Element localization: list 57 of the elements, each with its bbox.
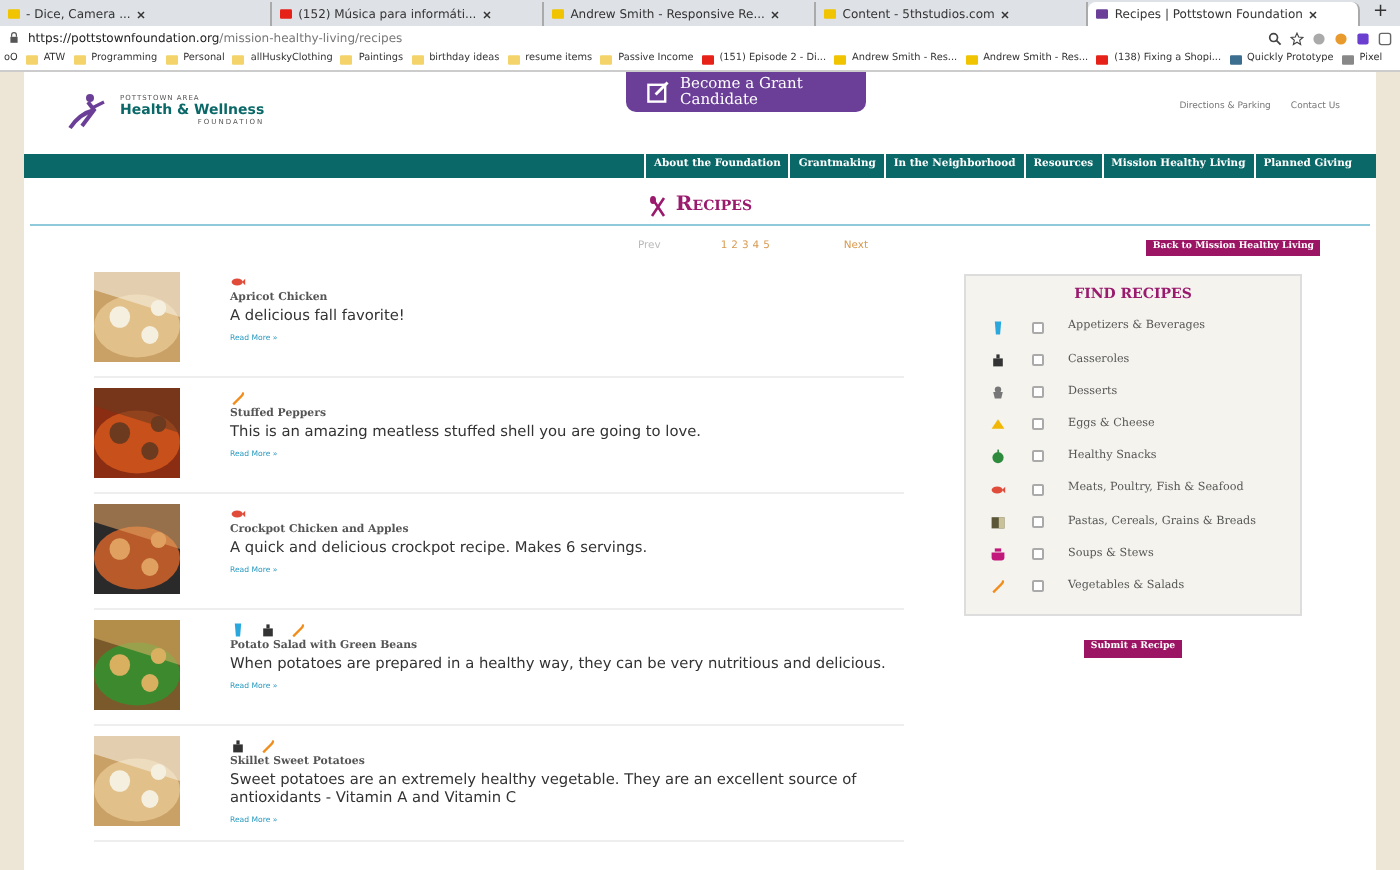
- checkbox[interactable]: [1032, 580, 1044, 593]
- close-icon[interactable]: [136, 9, 147, 19]
- cupcake-icon: [990, 383, 1006, 400]
- checkbox[interactable]: [1032, 321, 1044, 334]
- carrot-icon: [230, 389, 246, 405]
- cup-icon: [230, 621, 246, 637]
- page-icon: [834, 53, 847, 66]
- page-icon: [1341, 53, 1354, 66]
- folder-icon: [165, 53, 178, 66]
- search-icon[interactable]: [1268, 31, 1282, 45]
- folder-icon: [507, 53, 520, 66]
- close-icon[interactable]: [482, 9, 493, 19]
- fish-icon: [990, 481, 1006, 498]
- carrot-icon: [260, 737, 276, 753]
- checkbox[interactable]: [1032, 547, 1044, 560]
- close-icon[interactable]: [1000, 9, 1011, 19]
- cup-icon: [990, 319, 1006, 336]
- checkbox[interactable]: [1032, 353, 1044, 366]
- close-icon[interactable]: [1308, 9, 1319, 19]
- bowl-icon: [990, 545, 1006, 562]
- carrot-icon: [290, 621, 306, 637]
- box-icon: [990, 513, 1006, 530]
- page-icon: [552, 8, 565, 20]
- folder-icon: [25, 53, 38, 66]
- page-icon: [1229, 53, 1242, 66]
- pot-icon: [230, 737, 246, 753]
- checkbox[interactable]: [1032, 418, 1044, 431]
- video-icon: [1096, 53, 1109, 66]
- pot-icon: [990, 351, 1006, 368]
- video-icon: [701, 53, 714, 66]
- fish-icon: [230, 505, 246, 521]
- video-icon: [280, 8, 293, 20]
- page-icon: [965, 53, 978, 66]
- cheese-icon: [990, 416, 1006, 433]
- folder-icon: [340, 53, 353, 66]
- utensils-icon: [647, 193, 668, 217]
- checkbox[interactable]: [1032, 385, 1044, 398]
- folder-icon: [73, 53, 86, 66]
- fish-icon: [230, 273, 246, 289]
- checkbox[interactable]: [1032, 450, 1044, 463]
- apple-icon: [990, 448, 1006, 465]
- carrot-icon: [990, 578, 1006, 595]
- star-icon[interactable]: [1290, 31, 1304, 45]
- new-tab-button[interactable]: +: [1360, 0, 1400, 27]
- close-icon[interactable]: [770, 9, 781, 19]
- checkbox[interactable]: [1032, 483, 1044, 496]
- page-title: Recipes: [675, 192, 753, 220]
- folder-icon: [232, 53, 245, 66]
- folder-icon: [600, 53, 613, 66]
- page-icon: [1096, 8, 1109, 20]
- lock-icon: [8, 32, 20, 44]
- folder-icon: [411, 53, 424, 66]
- checkbox[interactable]: [1032, 515, 1044, 528]
- page-icon: [824, 8, 837, 20]
- pencil-icon: [646, 80, 670, 104]
- pot-icon: [260, 621, 276, 637]
- page-icon: [8, 8, 20, 20]
